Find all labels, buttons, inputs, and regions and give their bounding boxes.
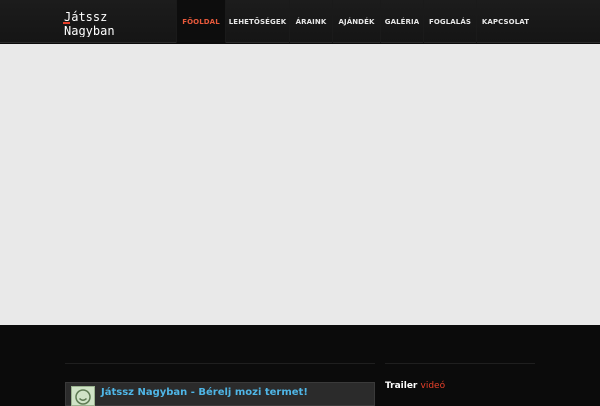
nav-item-home[interactable]: FŐOLDAL xyxy=(176,0,225,43)
trailer-heading-accent: videó xyxy=(420,381,446,391)
site-header: Játssz Nagyban FŐOLDAL LEHETŐSÉGEK ÁRAIN… xyxy=(0,0,600,43)
nav-item-gift[interactable]: AJÁNDÉK xyxy=(332,0,380,43)
promo-title-link[interactable]: Játssz Nagyban - Bérelj mozi termet! xyxy=(101,387,308,398)
divider-right xyxy=(385,363,535,364)
smiley-icon xyxy=(71,386,95,406)
trailer-heading-main: Trailer xyxy=(385,381,418,391)
promo-box: Játssz Nagyban - Bérelj mozi termet! xyxy=(65,382,375,406)
trailer-heading: Trailer videó xyxy=(385,381,445,391)
nav-item-options[interactable]: LEHETŐSÉGEK xyxy=(225,0,289,43)
nav-item-contact[interactable]: KAPCSOLAT xyxy=(476,0,534,43)
divider-left xyxy=(65,363,375,364)
logo-line-2: Nagyban xyxy=(64,24,115,37)
logo-line-1: Játssz xyxy=(64,10,107,24)
hero-banner xyxy=(0,44,600,325)
nav-item-prices[interactable]: ÁRAINK xyxy=(289,0,332,43)
nav-item-gallery[interactable]: GALÉRIA xyxy=(380,0,423,43)
nav-item-booking[interactable]: FOGLALÁS xyxy=(423,0,476,43)
site-logo[interactable]: Játssz Nagyban xyxy=(63,9,135,37)
main-nav: FŐOLDAL LEHETŐSÉGEK ÁRAINK AJÁNDÉK GALÉR… xyxy=(176,0,534,43)
